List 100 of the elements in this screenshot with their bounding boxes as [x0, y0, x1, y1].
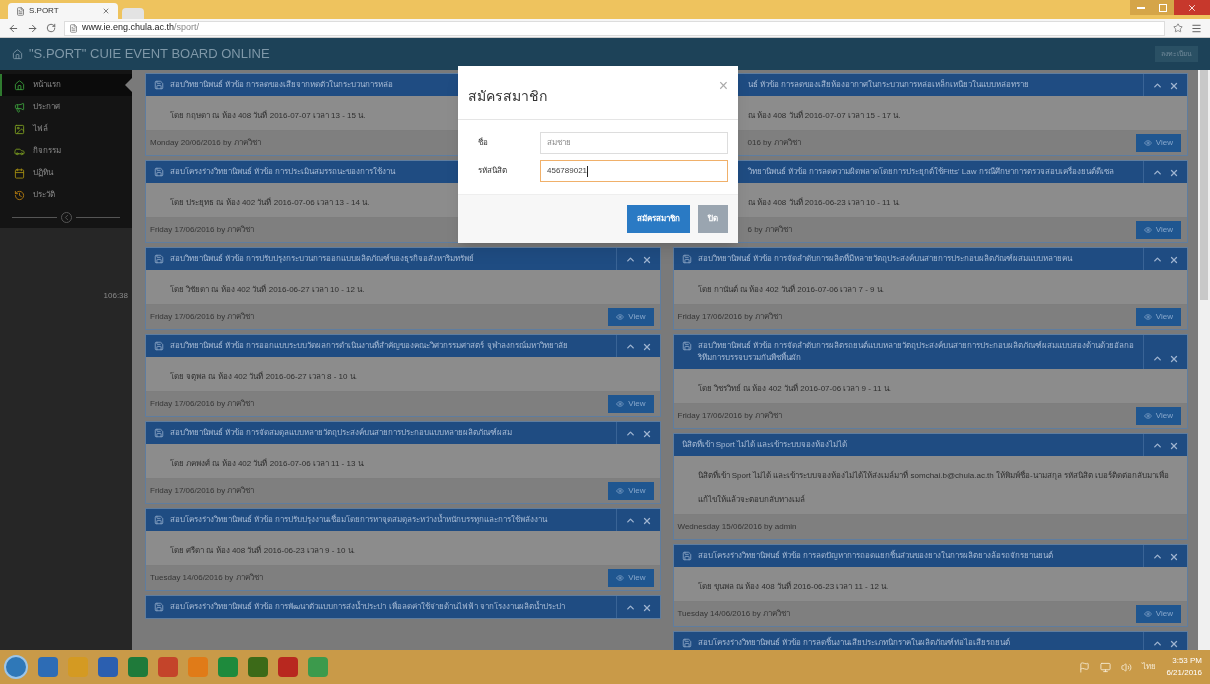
maximize-button[interactable]: [1152, 0, 1174, 15]
card-title: สอบวิทยานิพนธ์ หัวข้อ การลดของเสียจากหดตัวในกระบวนการหล่อ: [170, 79, 394, 91]
sidebar-item[interactable]: ไฟล์: [0, 118, 132, 140]
close-icon[interactable]: [102, 7, 110, 15]
collapse-button[interactable]: [624, 428, 636, 439]
page-icon: [69, 23, 78, 33]
card-title: สอบวิทยานิพนธ์ หัวข้อ การปรับปรุงกระบวนการออกแบบผลิตภัณฑ์ของธุรกิจอสังหาริมทรัพย์: [170, 253, 475, 265]
sidebar-item[interactable]: กิจกรรม: [0, 140, 132, 162]
view-button[interactable]: View: [608, 569, 654, 587]
view-button[interactable]: View: [1135, 308, 1181, 326]
start-orb-icon[interactable]: [4, 655, 28, 679]
card-title: สอบโครงร่างวิทยานิพนธ์ หัวข้อ การปรับปรุงงานเชื่อมโดยการหาจุดสมดุลระหว่างน้ำหนักบรรทุกและการใช้พลังงาน: [170, 514, 548, 526]
collapse-button[interactable]: [1152, 167, 1163, 178]
signup-button[interactable]: สมัครสมาชิก: [627, 205, 690, 233]
card-text: นิสิตที่เข้า Sport ไม่ได้ และเข้าระบบจองห้องไม่ได้ให้ส่งเมล์มาที่ somchai.b@chula.ac.th ให้พิมพ์ชื่อ-นามสกุล รหัสนิสิต เบอร์ติดต่อกลับมาเพื่อแก้ไขให้แล้วจะตอบกลับทางเมล์: [697, 471, 1170, 504]
post-date: Friday 17/06/2016 by ภาควิชา: [150, 311, 255, 323]
sidebar-label: ประวัติ: [33, 189, 55, 201]
card-title: สอบวิทยานิพนธ์ หัวข้อ การจัดลำดับการผลิตรถยนต์แบบหลายวัตถุประสงค์บนสายการประกอบผลิตภัณฑ์ผสมแบบสองด้านด้วยอัลกอริทึมการบรรจบรวมกันพืชพื้นผัก: [697, 340, 1135, 364]
collapse-button[interactable]: [624, 254, 636, 265]
card-text: โดย กานันต์ ณ ห้อง 402 วันที่ 2016-07-06 เวลา 7 - 9 น.: [697, 285, 884, 294]
home-icon: [14, 79, 25, 91]
language-indicator[interactable]: ไทย: [1142, 661, 1157, 673]
sidebar-label: ปฏิทิน: [33, 167, 53, 179]
collapse-button[interactable]: [624, 341, 636, 352]
eye-icon: [616, 400, 625, 408]
close-button[interactable]: ×: [718, 78, 728, 94]
input-field[interactable]: 456789021: [540, 160, 728, 182]
eye-icon: [616, 574, 625, 582]
close-icon: [1187, 2, 1197, 13]
active-pointer-icon: [125, 78, 132, 92]
collapse-button[interactable]: [1152, 254, 1163, 265]
view-button[interactable]: View: [1135, 221, 1181, 239]
reload-icon[interactable]: [46, 23, 56, 33]
sidebar-item[interactable]: หน้าแรก: [0, 74, 132, 96]
window-close-button[interactable]: [1174, 0, 1210, 15]
browser-tab[interactable]: S.PORT: [8, 3, 118, 19]
collapse-button[interactable]: [1152, 551, 1163, 562]
close-button[interactable]: [1169, 354, 1179, 364]
close-button[interactable]: [641, 516, 652, 526]
input-field[interactable]: สมชาย: [540, 132, 728, 154]
app-title: "S.PORT" CUIE EVENT BOARD ONLINE: [29, 45, 271, 64]
clock-date: 6/21/2016: [1166, 667, 1202, 679]
card-title: สอบวิทยานิพนธ์ หัวข้อ การออกแบบระบบวัดผลการดำเนินงานที่สำคัญของคณะวิศวกรรมศาสตร์ จุฬาลงกรณ์มหาวิทยาลัย: [170, 340, 568, 352]
sidebar-label: กิจกรรม: [33, 145, 61, 157]
post-date: Friday 17/06/2016 by ภาควิชา: [150, 224, 255, 236]
forward-icon[interactable]: [27, 22, 38, 34]
sidebar-item[interactable]: ประวัติ: [0, 184, 132, 206]
view-button[interactable]: View: [608, 482, 654, 500]
home-icon: [12, 48, 23, 60]
collapse-button[interactable]: [1152, 353, 1163, 364]
minimize-button[interactable]: [1130, 0, 1152, 15]
card-text: โดย ภคพงศ์ ณ ห้อง 402 วันที่ 2016-07-06 เวลา 11 - 13 น.: [170, 459, 365, 468]
bookmark-star-icon[interactable]: [1173, 23, 1183, 33]
calendar-icon: [14, 167, 25, 179]
tab-title: S.PORT: [29, 5, 60, 17]
collapse-button[interactable]: [1152, 440, 1163, 451]
view-button[interactable]: View: [608, 395, 654, 413]
collapse-button[interactable]: [1152, 638, 1163, 649]
view-button[interactable]: View: [1135, 407, 1181, 425]
card-text: โดย วิชัยดา ณ ห้อง 402 วันที่ 2016-06-27 เวลา 10 - 12 น.: [170, 285, 365, 294]
sidebar-item[interactable]: ปฏิทิน: [0, 162, 132, 184]
close-button[interactable]: [1169, 81, 1179, 91]
collapse-button[interactable]: [1152, 80, 1163, 91]
sidebar-item[interactable]: ประกาศ: [0, 96, 132, 118]
collapse-button[interactable]: [624, 515, 636, 526]
view-button[interactable]: View: [608, 308, 654, 326]
close-dialog-button[interactable]: ปิด: [698, 205, 728, 233]
field-label: รหัสนิสิต: [477, 165, 508, 177]
post-date: Tuesday 14/06/2016 by ภาควิชา: [150, 572, 263, 584]
close-button[interactable]: [1169, 441, 1179, 451]
view-button[interactable]: View: [1135, 605, 1181, 623]
sidebar-label: ไฟล์: [33, 123, 48, 135]
close-button[interactable]: [1169, 639, 1179, 649]
menu-icon[interactable]: [1191, 22, 1202, 34]
back-icon[interactable]: [8, 22, 19, 34]
close-button[interactable]: [1169, 255, 1179, 265]
field-label: ชื่อ: [477, 137, 489, 149]
view-button[interactable]: View: [1135, 134, 1181, 152]
eye-icon: [1143, 139, 1152, 147]
close-button[interactable]: [641, 603, 652, 613]
collapse-button[interactable]: [624, 602, 636, 613]
sidebar-label: หน้าแรก: [33, 79, 61, 91]
network-icon[interactable]: [1100, 661, 1112, 673]
card-title: สอบโครงร่างวิทยานิพนธ์ หัวข้อ การลดชิ้นงานเสียประเภทนิกราคในผลิตภัณฑ์ท่อไอเสียรถยนต์: [697, 637, 1010, 649]
card-title: วิทยานิพนธ์ หัวข้อ การลดความผิดพลาดโดยการประยุกต์ใช้Fitts' Law กรณีศึกษาการตรวจสอบเครื่องยนต์ดีเซล: [747, 166, 1114, 178]
eye-icon: [1143, 226, 1152, 234]
post-date: Tuesday 14/06/2016 by ภาควิชา: [677, 608, 791, 620]
close-button[interactable]: [1169, 552, 1179, 562]
card-text: โดย กฤษดา ณ ห้อง 408 วันที่ 2016-07-07 เวลา 13 - 15 น.: [170, 111, 366, 120]
address-bar[interactable]: www.ie.eng.chula.ac.th/sport/: [64, 20, 1165, 36]
close-button[interactable]: [641, 255, 652, 265]
post-date: 016 by ภาควิชา: [747, 137, 801, 149]
close-button[interactable]: [1169, 168, 1179, 178]
close-button[interactable]: [641, 342, 652, 352]
eye-icon: [616, 487, 625, 495]
close-button[interactable]: [641, 429, 652, 439]
sidebar-label: ประกาศ: [33, 101, 60, 113]
card-title: สอบโครงร่างวิทยานิพนธ์ หัวข้อ การพัฒนาตัวแบบการส่งน้ำประปา เพื่อลดค่าใช้จ่ายด้านไฟฟ้า จากโรงงานผลิตน้ำประปา: [170, 601, 565, 613]
post-date: 6 by ภาควิชา: [747, 224, 792, 236]
card-title: สอบวิทยานิพนธ์ หัวข้อ การจัดลำดับการผลิตที่มีหลายวัตถุประสงค์บนสายการประกอบผลิตภัณฑ์ผสมแบบหลายคน: [697, 253, 1072, 265]
